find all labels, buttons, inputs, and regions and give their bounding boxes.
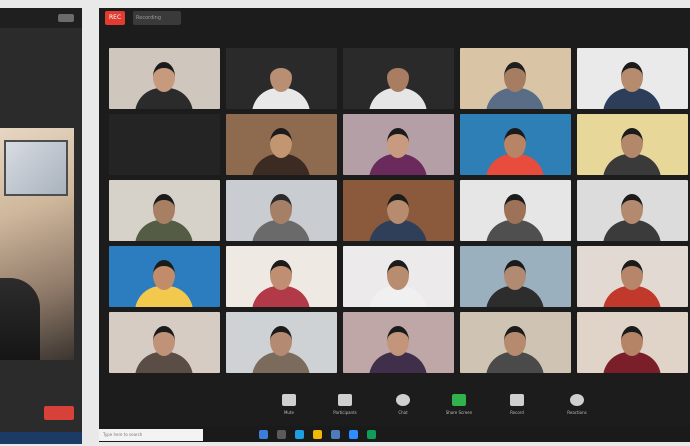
participant-tile[interactable] — [343, 114, 454, 175]
participant-tile[interactable] — [226, 180, 337, 241]
participant-face — [621, 194, 643, 224]
participant-face — [153, 62, 175, 92]
reactions-button[interactable]: Reactions — [557, 392, 597, 422]
zoom-app-icon[interactable] — [349, 430, 358, 439]
participant-face — [153, 194, 175, 224]
microphone-icon — [282, 394, 296, 406]
participant-tile[interactable] — [577, 48, 688, 109]
participant-grid — [109, 48, 690, 384]
window-controls[interactable] — [58, 14, 74, 22]
participant-face — [504, 326, 526, 356]
participant-face — [387, 194, 409, 224]
reactions-label: Reactions — [567, 410, 587, 415]
participant-face — [153, 326, 175, 356]
participants-icon — [338, 394, 352, 406]
participant-face — [270, 194, 292, 224]
participant-face — [504, 62, 526, 92]
participant-face — [504, 128, 526, 158]
participant-tile[interactable] — [343, 48, 454, 109]
secondary-taskbar — [0, 432, 82, 444]
participant-tile[interactable] — [460, 180, 571, 241]
gallery-meeting-window: REC Recording Mute Participants Chat Share … — [99, 8, 690, 442]
folder-icon[interactable] — [313, 430, 322, 439]
participant-face — [504, 194, 526, 224]
participant-tile[interactable] — [577, 180, 688, 241]
store-icon[interactable] — [331, 430, 340, 439]
os-taskbar: Type here to search — [99, 426, 690, 442]
chat-label: Chat — [398, 410, 408, 415]
participant-tile[interactable] — [226, 48, 337, 109]
record-icon — [510, 394, 524, 406]
recording-status: Recording — [133, 11, 181, 25]
participant-tile[interactable] — [577, 312, 688, 373]
chrome-icon[interactable] — [367, 430, 376, 439]
participant-face — [270, 326, 292, 356]
participant-face — [621, 62, 643, 92]
participant-face — [153, 260, 175, 290]
windows-icon[interactable] — [259, 430, 268, 439]
share-button[interactable]: Share Screen — [439, 392, 479, 422]
participant-tile[interactable] — [460, 246, 571, 307]
secondary-window-titlebar — [0, 8, 82, 28]
edge-icon[interactable] — [295, 430, 304, 439]
participant-tile[interactable] — [343, 246, 454, 307]
participant-tile[interactable] — [577, 114, 688, 175]
chat-icon — [396, 394, 410, 406]
record-label: Record — [510, 410, 524, 415]
participant-tile[interactable] — [109, 246, 220, 307]
participant-tile[interactable] — [226, 114, 337, 175]
participant-face — [504, 260, 526, 290]
participant-tile[interactable] — [109, 114, 220, 175]
participant-tile[interactable] — [109, 48, 220, 109]
participant-tile[interactable] — [226, 312, 337, 373]
participant-face — [387, 326, 409, 356]
participant-tile[interactable] — [577, 246, 688, 307]
participant-tile[interactable] — [343, 312, 454, 373]
participant-face — [387, 62, 409, 92]
record-button[interactable]: Record — [497, 392, 537, 422]
participant-face — [387, 128, 409, 158]
participants-label: Participants — [333, 410, 357, 415]
chat-button[interactable]: Chat — [383, 392, 423, 422]
participant-face — [270, 128, 292, 158]
participant-face — [387, 260, 409, 290]
task-view-icon[interactable] — [277, 430, 286, 439]
meeting-topbar: REC Recording — [99, 8, 690, 44]
participant-face — [621, 260, 643, 290]
taskbar-search-input[interactable]: Type here to search — [99, 429, 203, 441]
speaker-arm — [0, 278, 40, 360]
leave-button[interactable] — [44, 406, 74, 420]
participant-face — [621, 128, 643, 158]
participant-face — [270, 260, 292, 290]
participant-tile[interactable] — [460, 114, 571, 175]
secondary-meeting-window — [0, 8, 82, 444]
participant-face — [270, 62, 292, 92]
video-background — [109, 114, 220, 175]
mute-label: Mute — [283, 410, 294, 415]
reactions-icon — [570, 394, 584, 406]
book-image — [4, 140, 68, 196]
participant-tile[interactable] — [343, 180, 454, 241]
participant-tile[interactable] — [460, 48, 571, 109]
participant-tile[interactable] — [226, 246, 337, 307]
participant-tile[interactable] — [109, 312, 220, 373]
participant-tile[interactable] — [460, 312, 571, 373]
participants-button[interactable]: Participants — [325, 392, 365, 422]
speaker-video — [0, 128, 74, 360]
recording-badge: REC — [105, 11, 126, 25]
mute-button[interactable]: Mute — [269, 392, 309, 422]
participant-tile[interactable] — [109, 180, 220, 241]
participant-face — [621, 326, 643, 356]
share-screen-icon — [452, 394, 466, 406]
share-label: Share Screen — [445, 410, 473, 415]
